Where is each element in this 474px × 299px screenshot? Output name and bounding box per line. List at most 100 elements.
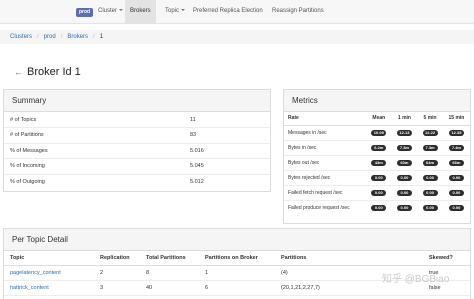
metrics-cell: 0.00 (417, 200, 443, 215)
metrics-cell: 0.00 (443, 200, 470, 215)
total-partitions-cell: 8 (146, 265, 205, 281)
metric-badge: 7.3m (396, 144, 412, 151)
metrics-cell: 0.00 (392, 200, 418, 215)
metrics-cell: 60m (391, 155, 418, 171)
metric-badge: 0.00 (396, 174, 412, 181)
topic-link[interactable]: hattrick_content (10, 285, 49, 291)
partitions-on-broker-cell: 6 (205, 280, 281, 296)
nav-brokers[interactable]: Brokers (125, 0, 156, 23)
summary-value: 5.016 (190, 143, 270, 159)
total-partitions-cell: 40 (146, 280, 205, 296)
cluster-badge[interactable]: prod (76, 8, 94, 17)
metrics-col-rate: Rate (284, 112, 366, 126)
page-title-row: ← Broker Id 1 (14, 64, 81, 80)
nav-preferred-replica-election[interactable]: Preferred Replica Election (193, 0, 263, 23)
breadcrumb-clusters[interactable]: Clusters (10, 34, 32, 40)
summary-label: % of Outgoing (10, 179, 45, 185)
breadcrumb-current: 1 (99, 34, 104, 40)
metric-badge: 0.00 (396, 189, 412, 196)
metric-badge: 0.00 (371, 204, 387, 211)
partitions-on-broker-cell: 1 (205, 265, 281, 281)
metrics-cell: 10.09 (366, 125, 392, 141)
summary-row: # of Topics 11 (4, 112, 270, 128)
metric-badge: 66m (448, 159, 464, 166)
col-partitions: Partitions (281, 251, 429, 266)
col-skewed: Skewed? (429, 251, 470, 266)
nav-topic-dropdown[interactable]: Topic (162, 0, 188, 23)
metrics-cell: 0.00 (417, 170, 443, 186)
metric-badge: 0.00 (448, 174, 464, 181)
col-topic: Topic (4, 251, 100, 266)
metrics-cell: 0.00 (391, 185, 418, 201)
summary-value: 5.012 (190, 179, 204, 185)
metrics-label: Failed produce request /sec (288, 204, 350, 211)
metrics-col-15min: 15 min (442, 112, 470, 126)
metrics-label: Failed fetch request /sec (284, 185, 366, 201)
topic-cell: pagelatency_content (4, 265, 100, 281)
metrics-cell: 0.00 (442, 185, 470, 201)
metrics-cell: 0.00 (366, 200, 392, 215)
metric-badge: 0.00 (422, 174, 438, 181)
nav-cluster-dropdown[interactable]: Cluster (95, 0, 126, 23)
metrics-col-1min: 1 min (391, 112, 418, 126)
metric-badge: 0.00 (448, 204, 464, 211)
per-topic-detail-panel: Per Topic Detail Topic Replication Total… (3, 228, 471, 299)
col-replication: Replication (100, 251, 146, 266)
metric-badge: 12.13 (396, 129, 412, 136)
breadcrumb-prod[interactable]: prod (44, 34, 56, 40)
top-navbar: prod Cluster Brokers Topic Preferred Rep… (0, 0, 474, 24)
metric-badge: 12.22 (422, 129, 438, 136)
metrics-col-5min: 5 min (417, 112, 443, 126)
metric-badge: 12.35 (448, 129, 464, 136)
metric-badge: 60m (396, 159, 412, 166)
metrics-cell: 0.00 (442, 170, 470, 186)
breadcrumb-separator: / (37, 34, 39, 40)
watermark: 知乎 @BGBiao (382, 274, 450, 285)
summary-value: 5.045 (190, 158, 270, 175)
metrics-cell: 12.35 (442, 125, 470, 141)
summary-table: # of Topics 11 # of Partitions 83 % of Mes… (4, 112, 270, 190)
per-topic-header-row: Topic Replication Total Partitions Parti… (4, 251, 470, 266)
metric-badge: 0.00 (371, 189, 387, 196)
topic-cell: hattrick_content (4, 280, 100, 296)
summary-row: % of Incoming 5.045 (4, 158, 270, 175)
metrics-col-mean: Mean (366, 112, 392, 126)
metrics-label: Bytes in /sec (284, 140, 366, 156)
col-total-partitions: Total Partitions (146, 251, 205, 266)
metric-badge: 0.00 (448, 189, 464, 196)
metric-badge: 0.00 (371, 174, 387, 181)
metrics-cell: 0.00 (366, 170, 392, 186)
col-partitions-on-broker: Partitions on Broker (205, 251, 281, 266)
metrics-label: Bytes rejected /sec (284, 170, 366, 186)
nav-reassign-partitions[interactable]: Reassign Partitions (272, 0, 324, 23)
breadcrumb-separator: / (93, 34, 95, 40)
summary-label: % of Incoming (4, 158, 190, 175)
metrics-cell: 43m (366, 155, 392, 171)
metrics-row: Bytes in /sec 6.2m 7.3m 7.3m 7.4m (284, 140, 470, 156)
arrow-left-icon[interactable]: ← (14, 64, 24, 80)
metrics-row: Bytes out /sec 43m 60m 64m 66m (284, 155, 470, 171)
metric-badge: 64m (422, 159, 438, 166)
metric-badge: 7.3m (422, 144, 438, 151)
metrics-cell: 0.00 (417, 185, 443, 201)
breadcrumb-separator: / (60, 34, 63, 40)
summary-panel: Summary # of Topics 11 # of Partitions 83 … (3, 89, 271, 192)
metrics-cell: 6.2m (366, 140, 392, 156)
metric-badge: 43m (371, 159, 387, 166)
metrics-row: Messages in /sec 10.09 12.13 12.22 12.35 (284, 125, 470, 141)
metrics-cell: 0.00 (391, 170, 418, 186)
per-topic-heading: Per Topic Detail (4, 229, 470, 251)
topic-link[interactable]: pagelatency_content (10, 270, 61, 276)
metrics-header-row: Rate Mean 1 min 5 min 15 min (284, 112, 470, 126)
page-title: Broker Id 1 (27, 66, 81, 78)
metrics-cell: 12.22 (417, 125, 443, 141)
summary-row: % of Outgoing 5.012 (4, 174, 270, 190)
metrics-row: Failed produce request /sec 0.00 0.00 0.… (284, 200, 470, 215)
summary-label: % of Messages (4, 143, 190, 159)
metrics-table: Rate Mean 1 min 5 min 15 min Messages in… (284, 112, 470, 215)
metrics-label: Messages in /sec (284, 125, 366, 141)
breadcrumb-brokers[interactable]: Brokers (67, 34, 88, 40)
replication-cell: 2 (100, 265, 146, 281)
metrics-cell: 0.00 (366, 185, 392, 201)
metrics-cell: 66m (442, 155, 470, 171)
